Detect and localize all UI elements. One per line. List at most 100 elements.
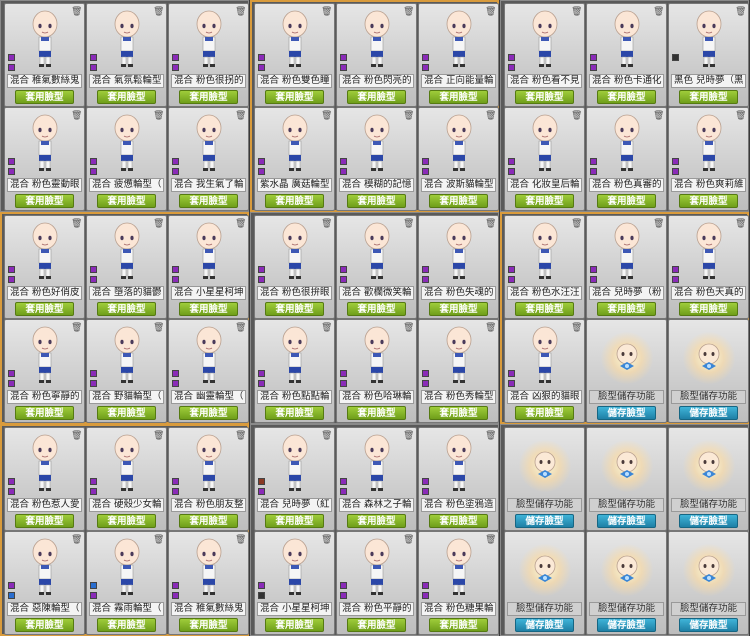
trash-icon[interactable]: 🗑 [71, 219, 82, 229]
save-face-button[interactable]: 儲存臉型 [597, 514, 656, 528]
trash-icon[interactable]: 🗑 [653, 111, 664, 121]
apply-face-button[interactable]: 套用臉型 [429, 514, 488, 528]
face-card[interactable]: 🗑 混合 粉色爽莉維 套用臉型 [668, 107, 749, 211]
face-card[interactable]: 🗑 混合 粉色惹人愛 套用臉型 [4, 427, 85, 531]
trash-icon[interactable]: 🗑 [485, 111, 496, 121]
apply-face-button[interactable]: 套用臉型 [15, 514, 74, 528]
face-card[interactable]: 🗑 混合 粉色點點輪 套用臉型 [254, 319, 335, 423]
face-card[interactable]: 🗑 混合 森林之子輪 套用臉型 [336, 427, 417, 531]
trash-icon[interactable]: 🗑 [403, 7, 414, 17]
trash-icon[interactable]: 🗑 [403, 219, 414, 229]
apply-face-button[interactable]: 套用臉型 [97, 90, 156, 104]
apply-face-button[interactable]: 套用臉型 [515, 406, 574, 420]
apply-face-button[interactable]: 套用臉型 [97, 514, 156, 528]
apply-face-button[interactable]: 套用臉型 [679, 90, 738, 104]
trash-icon[interactable]: 🗑 [71, 111, 82, 121]
face-card[interactable]: 🗑 混合 兒時夢（粉 套用臉型 [586, 215, 667, 319]
apply-face-button[interactable]: 套用臉型 [15, 302, 74, 316]
face-card[interactable]: 🗑 混合 粉色雙色瞳 套用臉型 [254, 3, 335, 107]
apply-face-button[interactable]: 套用臉型 [347, 406, 406, 420]
trash-icon[interactable]: 🗑 [735, 7, 746, 17]
face-card[interactable]: 🗑 混合 粉色靈動眼 套用臉型 [4, 107, 85, 211]
apply-face-button[interactable]: 套用臉型 [597, 194, 656, 208]
apply-face-button[interactable]: 套用臉型 [429, 90, 488, 104]
face-card[interactable]: 🗑 混合 霧雨輪型（ 套用臉型 [86, 531, 167, 635]
trash-icon[interactable]: 🗑 [653, 219, 664, 229]
apply-face-button[interactable]: 套用臉型 [347, 194, 406, 208]
trash-icon[interactable]: 🗑 [321, 431, 332, 441]
trash-icon[interactable]: 🗑 [403, 323, 414, 333]
face-card[interactable]: 🗑 混合 惡陳輪型（ 套用臉型 [4, 531, 85, 635]
storage-slot-card[interactable]: 臉型儲存功能 儲存臉型 [668, 531, 749, 635]
apply-face-button[interactable]: 套用臉型 [15, 194, 74, 208]
trash-icon[interactable]: 🗑 [153, 431, 164, 441]
face-card[interactable]: 🗑 混合 硬殼少女輪 套用臉型 [86, 427, 167, 531]
face-card[interactable]: 🗑 混合 粉色糖果輪 套用臉型 [418, 531, 499, 635]
apply-face-button[interactable]: 套用臉型 [15, 90, 74, 104]
face-card[interactable]: 🗑 混合 我生氣了輪 套用臉型 [168, 107, 249, 211]
trash-icon[interactable]: 🗑 [321, 219, 332, 229]
trash-icon[interactable]: 🗑 [403, 431, 414, 441]
face-card[interactable]: 🗑 混合 化妝皇后輪 套用臉型 [504, 107, 585, 211]
trash-icon[interactable]: 🗑 [485, 323, 496, 333]
apply-face-button[interactable]: 套用臉型 [179, 618, 238, 632]
trash-icon[interactable]: 🗑 [153, 7, 164, 17]
apply-face-button[interactable]: 套用臉型 [97, 618, 156, 632]
trash-icon[interactable]: 🗑 [71, 323, 82, 333]
apply-face-button[interactable]: 套用臉型 [347, 514, 406, 528]
trash-icon[interactable]: 🗑 [571, 323, 582, 333]
face-card[interactable]: 🗑 混合 幽靈輪型（ 套用臉型 [168, 319, 249, 423]
face-card[interactable]: 🗑 混合 粉色很拐的 套用臉型 [168, 3, 249, 107]
face-card[interactable]: 🗑 混合 小星星柯坤 套用臉型 [254, 531, 335, 635]
face-card[interactable]: 🗑 混合 粉色哈琳輪 套用臉型 [336, 319, 417, 423]
save-face-button[interactable]: 儲存臉型 [597, 406, 656, 420]
trash-icon[interactable]: 🗑 [653, 7, 664, 17]
save-face-button[interactable]: 儲存臉型 [515, 618, 574, 632]
face-card[interactable]: 🗑 混合 墮落的貓鬱 套用臉型 [86, 215, 167, 319]
face-card[interactable]: 🗑 混合 疲憊輪型（ 套用臉型 [86, 107, 167, 211]
trash-icon[interactable]: 🗑 [235, 431, 246, 441]
face-card[interactable]: 🗑 混合 野貓輪型（ 套用臉型 [86, 319, 167, 423]
face-card[interactable]: 🗑 混合 稚氣數絲鬼 套用臉型 [4, 3, 85, 107]
storage-slot-card[interactable]: 臉型儲存功能 儲存臉型 [504, 531, 585, 635]
face-card[interactable]: 🗑 混合 氣氛鬆輪型 套用臉型 [86, 3, 167, 107]
trash-icon[interactable]: 🗑 [71, 535, 82, 545]
storage-slot-card[interactable]: 臉型儲存功能 儲存臉型 [668, 427, 749, 531]
apply-face-button[interactable]: 套用臉型 [429, 618, 488, 632]
trash-icon[interactable]: 🗑 [485, 219, 496, 229]
apply-face-button[interactable]: 套用臉型 [679, 302, 738, 316]
face-card[interactable]: 🗑 混合 粉色好俏皮 套用臉型 [4, 215, 85, 319]
face-card[interactable]: 🗑 混合 粉色失魂的 套用臉型 [418, 215, 499, 319]
trash-icon[interactable]: 🗑 [71, 7, 82, 17]
apply-face-button[interactable]: 套用臉型 [179, 194, 238, 208]
apply-face-button[interactable]: 套用臉型 [515, 302, 574, 316]
save-face-button[interactable]: 儲存臉型 [597, 618, 656, 632]
save-face-button[interactable]: 儲存臉型 [679, 514, 738, 528]
trash-icon[interactable]: 🗑 [321, 323, 332, 333]
trash-icon[interactable]: 🗑 [235, 7, 246, 17]
storage-slot-card[interactable]: 臉型儲存功能 儲存臉型 [586, 427, 667, 531]
trash-icon[interactable]: 🗑 [403, 535, 414, 545]
face-card[interactable]: 🗑 混合 粉色真審的 套用臉型 [586, 107, 667, 211]
storage-slot-card[interactable]: 臉型儲存功能 儲存臉型 [586, 319, 667, 423]
save-face-button[interactable]: 儲存臉型 [679, 406, 738, 420]
trash-icon[interactable]: 🗑 [321, 111, 332, 121]
apply-face-button[interactable]: 套用臉型 [179, 90, 238, 104]
apply-face-button[interactable]: 套用臉型 [97, 302, 156, 316]
face-card[interactable]: 🗑 混合 凶狠的貓眼 套用臉型 [504, 319, 585, 423]
apply-face-button[interactable]: 套用臉型 [179, 302, 238, 316]
apply-face-button[interactable]: 套用臉型 [429, 406, 488, 420]
trash-icon[interactable]: 🗑 [153, 111, 164, 121]
face-card[interactable]: 🗑 黑色 兒時夢（黑 套用臉型 [668, 3, 749, 107]
storage-slot-card[interactable]: 臉型儲存功能 儲存臉型 [586, 531, 667, 635]
trash-icon[interactable]: 🗑 [321, 7, 332, 17]
face-card[interactable]: 🗑 混合 粉色看不見 套用臉型 [504, 3, 585, 107]
apply-face-button[interactable]: 套用臉型 [515, 194, 574, 208]
apply-face-button[interactable]: 套用臉型 [97, 406, 156, 420]
apply-face-button[interactable]: 套用臉型 [597, 90, 656, 104]
trash-icon[interactable]: 🗑 [153, 219, 164, 229]
trash-icon[interactable]: 🗑 [571, 219, 582, 229]
trash-icon[interactable]: 🗑 [235, 111, 246, 121]
face-card[interactable]: 🗑 混合 粉色平靜的 套用臉型 [336, 531, 417, 635]
apply-face-button[interactable]: 套用臉型 [179, 406, 238, 420]
